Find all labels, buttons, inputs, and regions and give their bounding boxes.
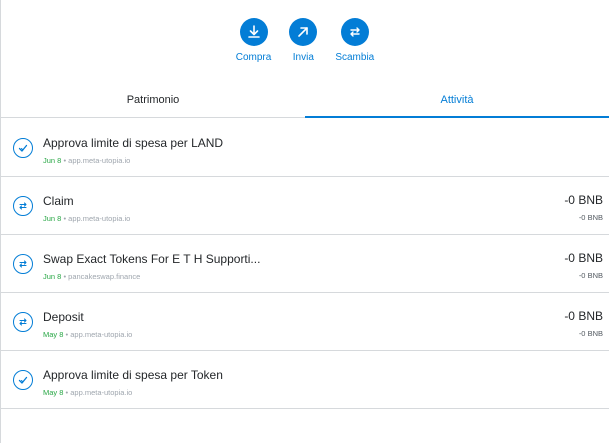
activity-title: Claim: [43, 194, 74, 208]
swap-icon: [13, 196, 33, 216]
swap-button[interactable]: Scambia: [335, 18, 374, 63]
swap-icon: [13, 312, 33, 332]
check-icon: [13, 138, 33, 158]
activity-origin: app.meta-utopia.io: [68, 214, 131, 223]
activity-date: Jun 8: [43, 214, 62, 223]
check-icon: [13, 370, 33, 390]
activity-date: May 8: [43, 330, 64, 339]
buy-button-label: Compra: [235, 52, 272, 63]
activity-origin: app.meta-utopia.io: [68, 156, 131, 165]
activity-origin: app.meta-utopia.io: [70, 330, 133, 339]
tab-assets[interactable]: Patrimonio: [1, 88, 305, 118]
activity-meta: Jun 8 • pancakeswap.finance: [43, 272, 140, 281]
activity-amount-fiat: -0 BNB: [578, 213, 603, 222]
activity-origin: pancakeswap.finance: [68, 272, 141, 281]
activity-meta: May 8 • app.meta-utopia.io: [43, 330, 132, 339]
activity-date: Jun 8: [43, 272, 62, 281]
activity-meta: Jun 8 • app.meta-utopia.io: [43, 156, 130, 165]
action-bar: Compra Invia Scambia: [1, 18, 609, 63]
activity-amount-fiat: -0 BNB: [578, 271, 603, 280]
activity-item[interactable]: Deposit May 8 • app.meta-utopia.io -0 BN…: [1, 293, 609, 351]
activity-item[interactable]: Claim Jun 8 • app.meta-utopia.io -0 BNB …: [1, 177, 609, 235]
arrow-up-right-icon: [289, 18, 318, 46]
activity-date: Jun 8: [43, 156, 62, 165]
activity-title: Approva limite di spesa per LAND: [43, 136, 224, 150]
activity-amount-fiat: -0 BNB: [578, 329, 603, 338]
swap-button-label: Scambia: [335, 52, 375, 63]
activity-item[interactable]: Approva limite di spesa per LAND Jun 8 •…: [1, 119, 609, 177]
activity-list: Approva limite di spesa per LAND Jun 8 •…: [1, 119, 609, 409]
activity-amount: -0 BNB: [564, 251, 603, 265]
activity-title: Approva limite di spesa per Token: [43, 368, 223, 382]
send-button[interactable]: Invia: [289, 18, 318, 63]
buy-button[interactable]: Compra: [235, 18, 272, 63]
download-icon: [239, 18, 268, 46]
send-button-label: Invia: [292, 52, 314, 63]
tab-activity[interactable]: Attività: [305, 88, 609, 118]
activity-meta: May 8 • app.meta-utopia.io: [43, 388, 132, 397]
tab-bar: Patrimonio Attività: [1, 88, 609, 118]
swap-icon: [340, 18, 369, 46]
activity-item[interactable]: Swap Exact Tokens For E T H Supporti... …: [1, 235, 609, 293]
activity-meta: Jun 8 • app.meta-utopia.io: [43, 214, 130, 223]
activity-item[interactable]: Approva limite di spesa per Token May 8 …: [1, 351, 609, 409]
activity-date: May 8: [43, 388, 64, 397]
activity-title: Swap Exact Tokens For E T H Supporti...: [43, 252, 261, 266]
activity-origin: app.meta-utopia.io: [70, 388, 133, 397]
activity-amount: -0 BNB: [564, 309, 603, 323]
swap-icon: [13, 254, 33, 274]
wallet-activity-view: Compra Invia Scambia Patrimonio Attività: [0, 0, 609, 443]
activity-title: Deposit: [43, 310, 84, 324]
activity-amount: -0 BNB: [564, 193, 603, 207]
